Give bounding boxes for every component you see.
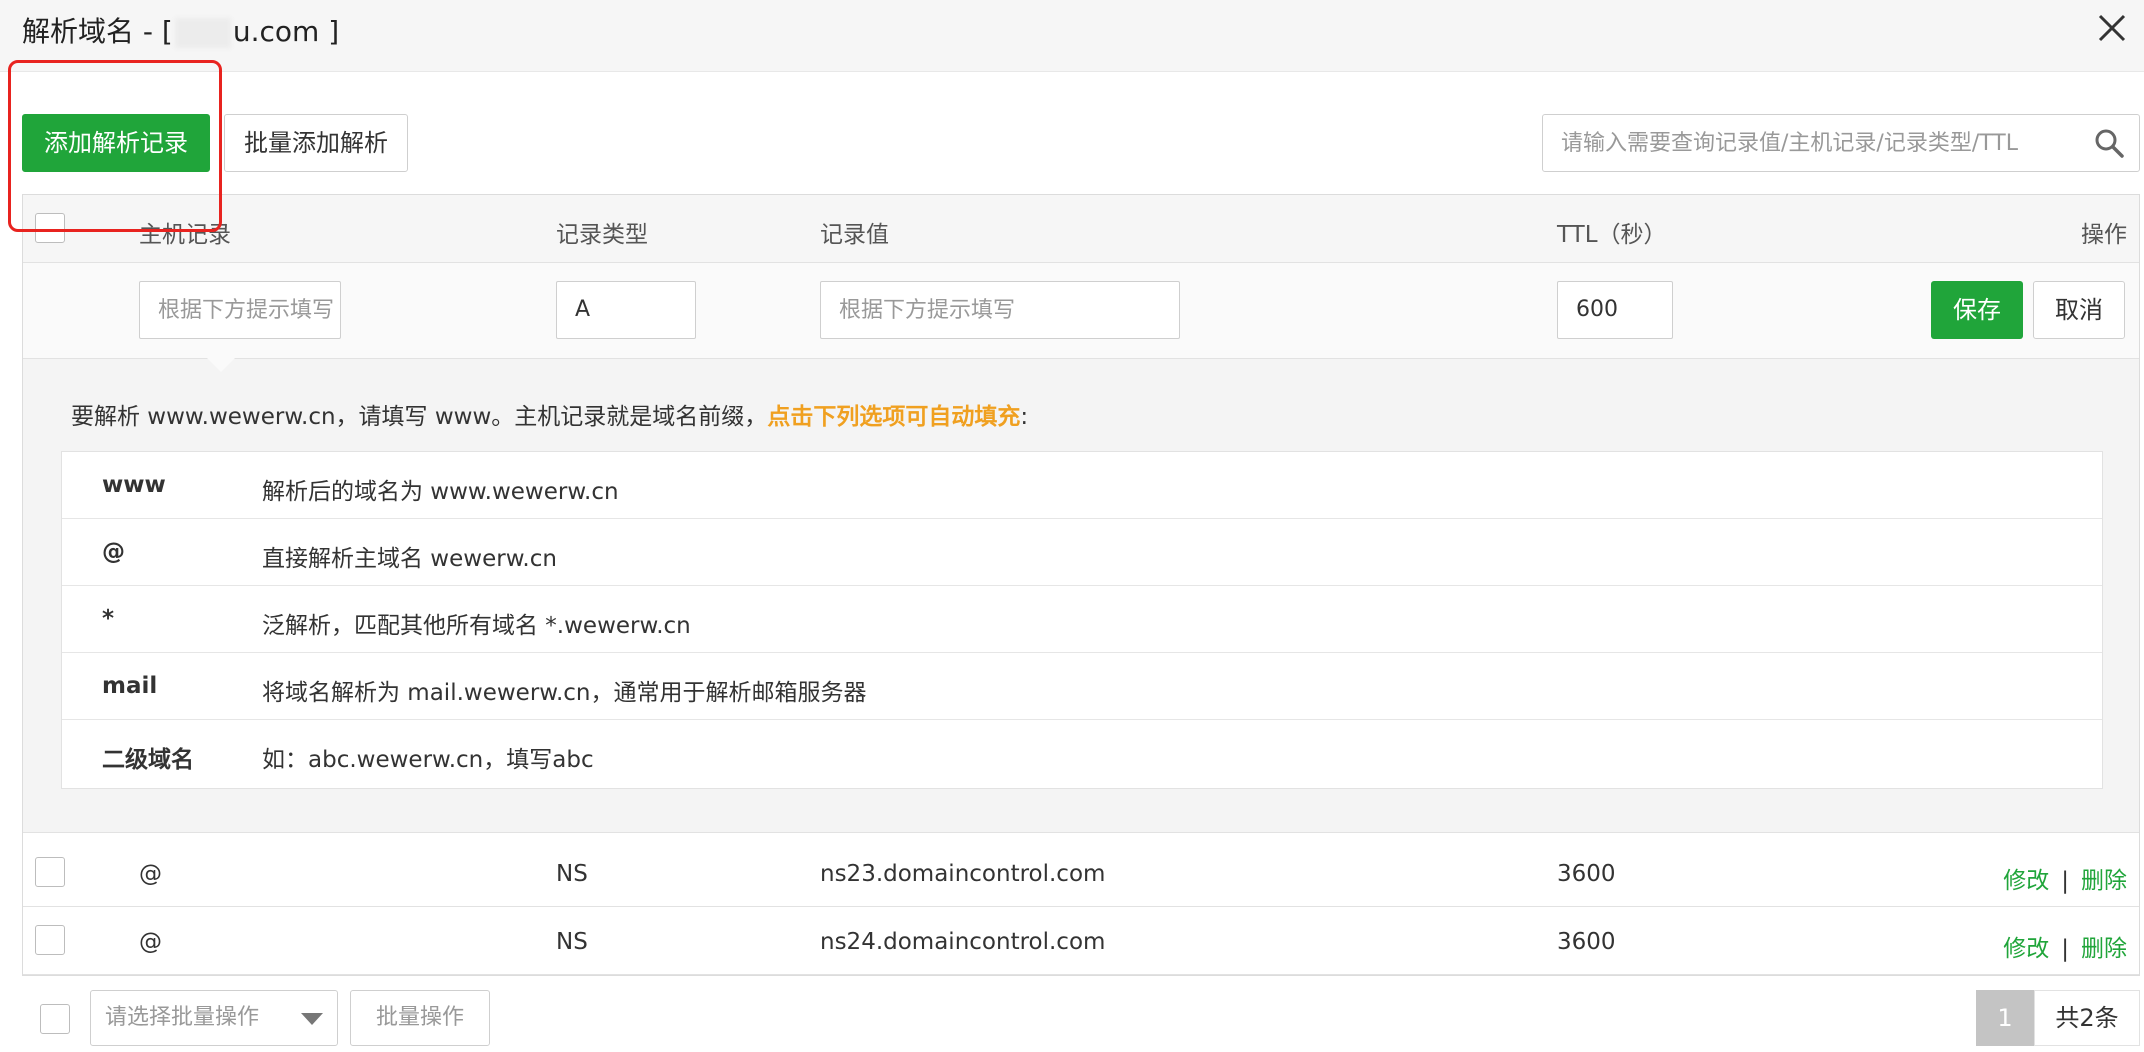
close-icon-glyph xyxy=(2098,14,2126,42)
header-ttl: TTL（秒） xyxy=(1557,222,1667,248)
option-www[interactable]: www 解析后的域名为 www.wewerw.cn xyxy=(62,452,2102,519)
action-separator: | xyxy=(2061,936,2069,962)
pagination-current-page[interactable]: 1 xyxy=(1976,990,2034,1046)
chevron-down-icon xyxy=(301,1013,323,1025)
row-value: ns24.domaincontrol.com xyxy=(820,929,1106,955)
row-type: NS xyxy=(556,861,588,887)
option-desc: 将域名解析为 mail.wewerw.cn，通常用于解析邮箱服务器 xyxy=(262,680,867,706)
save-button[interactable]: 保存 xyxy=(1931,281,2023,339)
table-row: @ NS ns23.domaincontrol.com 3600 修改 | 删除 xyxy=(23,839,2139,907)
table-footer: 请选择批量操作 批量操作 1 共2条 xyxy=(0,990,2144,1052)
pagination-total: 共2条 xyxy=(2034,990,2140,1046)
tip-highlight-text: 点击下列选项可自动填充 xyxy=(767,404,1021,430)
table-row: @ NS ns24.domaincontrol.com 3600 修改 | 删除 xyxy=(23,907,2139,975)
delete-link[interactable]: 删除 xyxy=(2081,936,2127,962)
option-desc: 直接解析主域名 wewerw.cn xyxy=(262,546,557,572)
tip-text: 要解析 www.wewerw.cn，请填写 www。主机记录就是域名前缀，点击下… xyxy=(71,397,1028,431)
select-all-checkbox[interactable] xyxy=(35,213,65,243)
option-key: mail xyxy=(102,673,158,699)
tip-main-text: 要解析 www.wewerw.cn，请填写 www。主机记录就是域名前缀， xyxy=(71,404,768,430)
option-key: @ xyxy=(102,539,125,565)
batch-operation-button[interactable]: 批量操作 xyxy=(350,990,490,1046)
tip-colon: : xyxy=(1020,404,1029,430)
row-host: @ xyxy=(139,861,162,887)
dialog-title-suffix: u.com ] xyxy=(232,15,340,48)
option-at[interactable]: @ 直接解析主域名 wewerw.cn xyxy=(62,519,2102,586)
ttl-input[interactable]: 600 xyxy=(1557,281,1673,339)
option-desc: 解析后的域名为 www.wewerw.cn xyxy=(262,479,619,505)
row-ttl: 3600 xyxy=(1557,861,1616,887)
batch-select-placeholder: 请选择批量操作 xyxy=(105,1005,260,1030)
redacted-domain xyxy=(174,18,231,48)
dialog-titlebar: 解析域名 - [ u.com ] xyxy=(0,0,2144,72)
dns-records-table: 主机记录 记录类型 记录值 TTL（秒） 操作 A 600 保存 取消 要解析 … xyxy=(22,194,2140,976)
edit-link[interactable]: 修改 xyxy=(2003,868,2049,894)
dialog-title-prefix: 解析域名 - [ xyxy=(22,15,173,48)
row-checkbox[interactable] xyxy=(35,857,65,887)
row-host: @ xyxy=(139,929,162,955)
table-header: 主机记录 记录类型 记录值 TTL（秒） 操作 xyxy=(23,195,2139,263)
search-box xyxy=(1542,114,2140,172)
host-record-input[interactable] xyxy=(139,281,341,339)
row-type: NS xyxy=(556,929,588,955)
option-mail[interactable]: mail 将域名解析为 mail.wewerw.cn，通常用于解析邮箱服务器 xyxy=(62,653,2102,720)
action-separator: | xyxy=(2061,868,2069,894)
cancel-button[interactable]: 取消 xyxy=(2033,281,2125,339)
record-value-input[interactable] xyxy=(820,281,1180,339)
header-type: 记录类型 xyxy=(556,222,648,248)
row-actions: 修改 | 删除 xyxy=(2003,861,2127,895)
footer-select-all-checkbox[interactable] xyxy=(40,1004,70,1034)
search-input[interactable] xyxy=(1543,115,2083,171)
batch-add-button[interactable]: 批量添加解析 xyxy=(224,114,408,172)
add-record-button[interactable]: 添加解析记录 xyxy=(22,114,210,172)
option-key: * xyxy=(102,606,115,632)
row-value: ns23.domaincontrol.com xyxy=(820,861,1106,887)
record-type-select[interactable]: A xyxy=(556,281,696,339)
row-actions: 修改 | 删除 xyxy=(2003,929,2127,963)
delete-link[interactable]: 删除 xyxy=(2081,868,2127,894)
header-host: 主机记录 xyxy=(139,222,231,248)
batch-operation-select[interactable]: 请选择批量操作 xyxy=(90,990,338,1046)
option-wildcard[interactable]: * 泛解析，匹配其他所有域名 *.wewerw.cn xyxy=(62,586,2102,653)
host-record-options: www 解析后的域名为 www.wewerw.cn @ 直接解析主域名 wewe… xyxy=(61,451,2103,789)
dialog-title: 解析域名 - [ u.com ] xyxy=(22,10,339,50)
tip-arrow xyxy=(207,358,235,372)
header-value: 记录值 xyxy=(820,222,889,248)
header-ops: 操作 xyxy=(2081,222,2127,248)
option-desc: 泛解析，匹配其他所有域名 *.wewerw.cn xyxy=(262,613,691,639)
row-checkbox[interactable] xyxy=(35,925,65,955)
new-record-edit-row: A 600 保存 取消 xyxy=(23,263,2139,359)
host-record-tip-panel: 要解析 www.wewerw.cn，请填写 www。主机记录就是域名前缀，点击下… xyxy=(23,358,2139,833)
row-ttl: 3600 xyxy=(1557,929,1616,955)
option-key: www xyxy=(102,472,166,498)
close-icon[interactable] xyxy=(2092,10,2132,50)
edit-link[interactable]: 修改 xyxy=(2003,936,2049,962)
search-icon[interactable] xyxy=(2093,127,2125,159)
option-desc: 如：abc.wewerw.cn，填写abc xyxy=(262,747,594,773)
option-key: 二级域名 xyxy=(102,747,194,773)
option-subdomain[interactable]: 二级域名 如：abc.wewerw.cn，填写abc xyxy=(62,720,2102,787)
